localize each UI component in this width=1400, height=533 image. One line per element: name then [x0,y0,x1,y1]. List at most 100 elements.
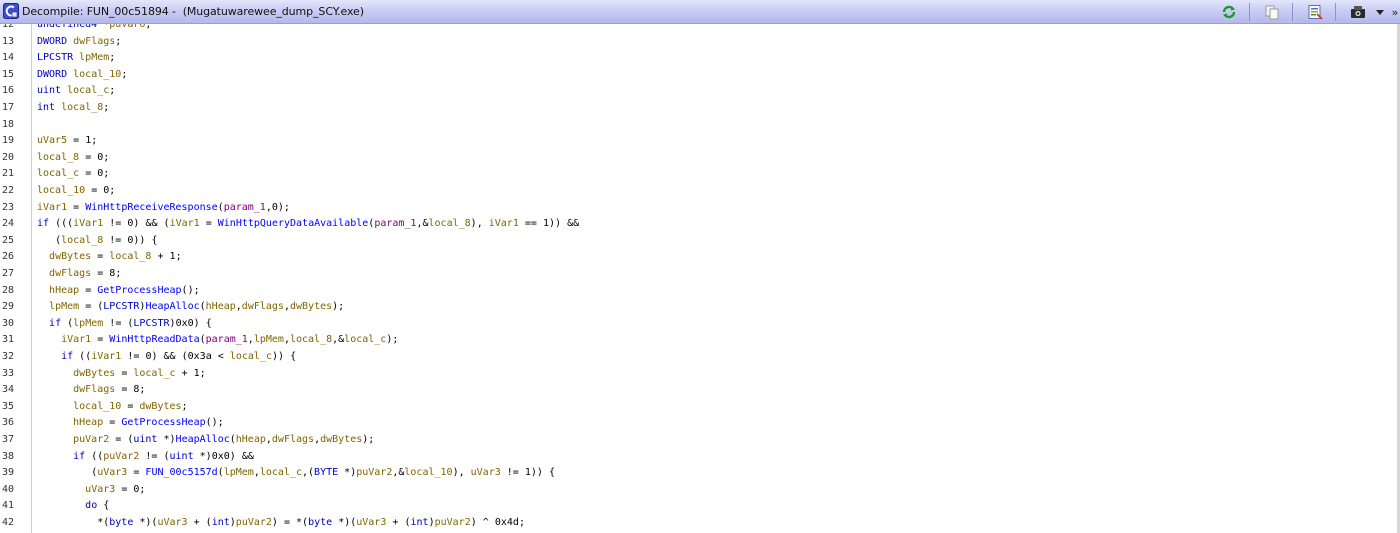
code-text: dwBytes = local_8 + 1; [49,251,182,263]
code-text: iVar1 = WinHttpReadData(param_1,lpMem,lo… [61,334,399,346]
code-line[interactable]: 31 iVar1 = WinHttpReadData(param_1,lpMem… [0,331,1390,348]
code-line[interactable]: 25 (local_8 != 0)) { [0,232,1390,249]
decompiler-code-view[interactable]: 12 undefined4 *puVar6; 13 DWORD dwFlags; 14 L… [0,24,1400,533]
line-number: 21 [2,168,15,180]
export-button[interactable] [1348,2,1368,22]
line-number: 29 [2,301,15,313]
line-number: 41 [2,500,15,512]
code-line[interactable]: 24 if (((iVar1 != 0) && (iVar1 = WinHttpQ… [0,215,1390,232]
code-line[interactable]: 18 [0,116,1390,133]
code-line[interactable]: 22 local_10 = 0; [0,182,1390,199]
code-line[interactable]: 21 local_c = 0; [0,165,1390,182]
code-text: do { [85,500,110,512]
line-number: 36 [2,417,15,429]
line-number: 23 [2,201,15,213]
code-text: if (lpMem != (LPCSTR)0x0) { [49,317,212,329]
code-text: puVar2 = (uint *)HeapAlloc(hHeap,dwFlags… [73,434,375,445]
code-line[interactable]: 14 LPCSTR lpMem; [0,49,1390,66]
line-number: 31 [2,334,15,346]
window-title-bar: Decompile: FUN_00c51894 - (Mugatuwarewee… [0,0,1400,24]
more-indicator-label: » [1391,5,1399,19]
window-title: Decompile: FUN_00c51894 - (Mugatuwarewee… [22,5,364,18]
code-text: local_10 = dwBytes; [73,400,188,412]
line-number: 33 [2,367,15,379]
code-line[interactable]: 16 uint local_c; [0,82,1390,99]
code-text: if (((iVar1 != 0) && (iVar1 = WinHttpQue… [37,218,580,230]
code-text: dwFlags = 8; [49,268,122,279]
code-text: DWORD dwFlags; [37,35,122,47]
code-text: lpMem = (LPCSTR)HeapAlloc(hHeap,dwFlags,… [49,301,345,313]
line-number: 39 [2,467,15,479]
code-text: hHeap = GetProcessHeap(); [49,284,200,296]
code-text: DWORD local_10; [37,68,128,80]
code-text: local_10 = 0; [37,185,116,196]
code-line[interactable]: 15 DWORD local_10; [0,66,1390,83]
code-line[interactable]: 40 uVar3 = 0; [0,481,1390,498]
code-line[interactable]: 27 dwFlags = 8; [0,265,1390,282]
line-number: 38 [2,450,15,462]
code-line[interactable]: 20 local_8 = 0; [0,149,1390,166]
code-text: hHeap = GetProcessHeap(); [73,417,224,429]
export-icon [1351,6,1365,18]
code-line[interactable]: 34 dwFlags = 8; [0,381,1390,398]
code-line[interactable]: 38 if ((puVar2 != (uint *)0x0) && [0,448,1390,465]
code-line[interactable]: 42 *(byte *)(uVar3 + (int)puVar2) = *(by… [0,514,1390,531]
copy-button[interactable] [1262,2,1282,22]
code-line[interactable]: 39 (uVar3 = FUN_00c5157d(lpMem,local_c,(… [0,464,1390,481]
more-indicator[interactable]: » [1390,2,1400,22]
code-line[interactable]: 28 hHeap = GetProcessHeap(); [0,282,1390,299]
line-number: 42 [2,517,15,528]
snapshot-button[interactable] [1305,2,1325,22]
code-line[interactable]: 30 if (lpMem != (LPCSTR)0x0) { [0,315,1390,332]
code-text: int local_8; [37,102,110,113]
refresh-button[interactable] [1219,2,1239,22]
line-number: 30 [2,317,15,329]
code-line[interactable]: 17 int local_8; [0,99,1390,116]
decompiler-app-icon [3,3,19,19]
code-line[interactable]: 32 if ((iVar1 != 0) && (0x3a < local_c))… [0,348,1390,365]
code-text: *(byte *)(uVar3 + (int)puVar2) = *(byte … [97,517,525,528]
line-number: 37 [2,434,15,445]
code-text: if ((puVar2 != (uint *)0x0) && [73,450,254,462]
line-number: 20 [2,151,15,163]
code-text: local_c = 0; [37,168,110,180]
line-number: 26 [2,251,15,263]
code-line[interactable]: 37 puVar2 = (uint *)HeapAlloc(hHeap,dwFl… [0,431,1390,448]
code-text: dwBytes = local_c + 1; [73,367,206,379]
dropdown-icon [1376,10,1384,15]
code-line[interactable]: 35 local_10 = dwBytes; [0,398,1390,415]
line-number: 32 [2,351,15,362]
code-text: uVar3 = 0; [85,483,146,495]
line-number: 24 [2,218,15,230]
code-text: uint local_c; [37,85,116,97]
line-number: 14 [2,52,15,64]
code-line[interactable]: 29 lpMem = (LPCSTR)HeapAlloc(hHeap,dwFla… [0,298,1390,315]
code-line[interactable]: 41 do { [0,497,1390,514]
copy-icon [1265,5,1279,20]
snapshot-icon [1308,5,1323,20]
line-number: 35 [2,400,15,412]
line-number: 22 [2,185,15,196]
code-line[interactable]: 13 DWORD dwFlags; [0,33,1390,50]
line-number: 15 [2,68,15,80]
code-line[interactable]: 19 uVar5 = 1; [0,132,1390,149]
line-number: 34 [2,384,15,396]
line-number: 18 [2,118,15,130]
line-number: 13 [2,35,15,47]
line-number: 16 [2,85,15,97]
code-text: local_8 = 0; [37,151,110,163]
dropdown-button[interactable] [1374,2,1386,22]
code-text: LPCSTR lpMem; [37,52,116,64]
code-line[interactable]: 23 iVar1 = WinHttpReceiveResponse(param_1… [0,199,1390,216]
decompiler-toolbar: » [1207,2,1400,22]
line-number: 19 [2,135,15,147]
code-text: iVar1 = WinHttpReceiveResponse(param_1,0… [37,201,290,213]
code-line[interactable]: 36 hHeap = GetProcessHeap(); [0,414,1390,431]
toolbar-separator [1249,3,1250,21]
line-number: 40 [2,483,15,495]
code-text: if ((iVar1 != 0) && (0x3a < local_c)) { [61,351,297,362]
code-line[interactable]: 33 dwBytes = local_c + 1; [0,365,1390,382]
code-text: (local_8 != 0)) { [55,234,158,246]
code-line[interactable]: 26 dwBytes = local_8 + 1; [0,248,1390,265]
refresh-icon [1222,5,1236,19]
